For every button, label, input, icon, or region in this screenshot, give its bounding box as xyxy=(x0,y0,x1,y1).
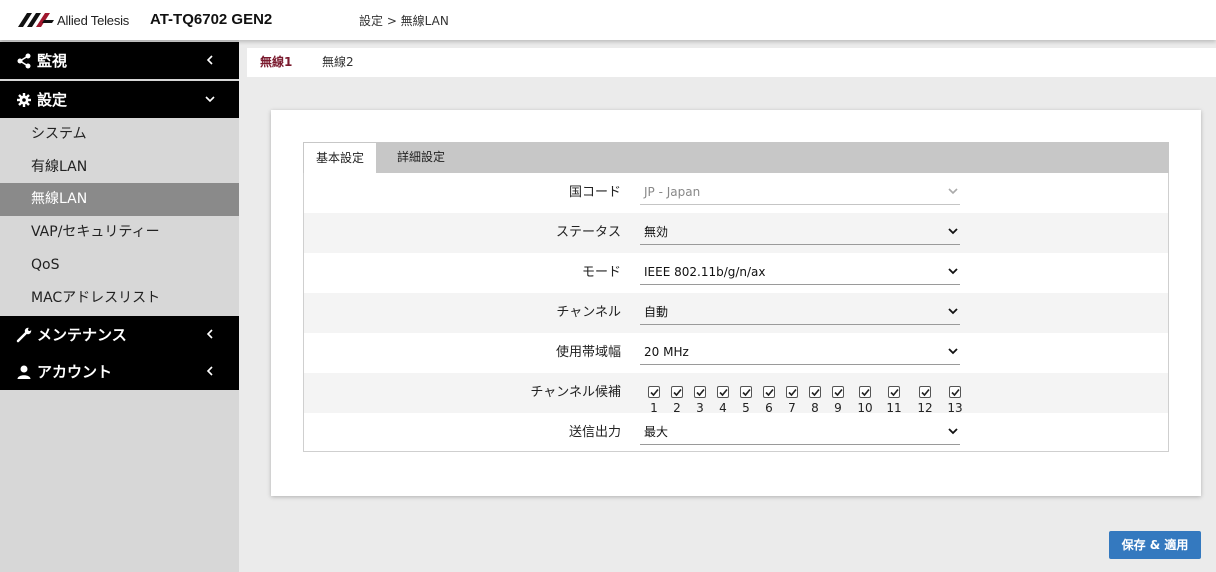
chevron-left-icon xyxy=(206,366,213,376)
sidebar-item-wired-lan[interactable]: 有線LAN xyxy=(0,151,239,184)
sidebar-group-label: メンテナンス xyxy=(37,326,127,344)
tab-radio2[interactable]: 無線2 xyxy=(309,48,367,77)
sidebar-group-account[interactable]: アカウント xyxy=(0,353,239,390)
channel-checkbox[interactable]: 3 xyxy=(690,386,710,416)
check-icon xyxy=(786,386,798,398)
device-name: AT-TQ6702 GEN2 xyxy=(150,11,273,28)
channel-row: チャンネル 自動 xyxy=(304,293,1168,333)
tx-power-label: 送信出力 xyxy=(568,425,621,440)
status-select[interactable]: 無効 xyxy=(640,221,960,245)
bandwidth-select[interactable]: 20 MHz xyxy=(640,341,960,365)
channel-candidates: 1 2 3 4 5 6 7 8 9 10 11 12 13 xyxy=(644,386,964,416)
sidebar-item-system[interactable]: システム xyxy=(0,118,239,151)
channel-checkbox[interactable]: 2 xyxy=(667,386,687,416)
tx-power-select[interactable]: 最大 xyxy=(640,421,960,445)
mode-select[interactable]: IEEE 802.11b/g/n/ax xyxy=(640,261,960,285)
channel-checkbox[interactable]: 7 xyxy=(782,386,802,416)
channel-checkbox[interactable]: 10 xyxy=(855,386,875,416)
chevron-left-icon xyxy=(206,55,213,65)
chevron-down-icon xyxy=(948,308,958,315)
check-icon xyxy=(717,386,729,398)
tab-basic-settings[interactable]: 基本設定 xyxy=(303,142,378,173)
user-icon xyxy=(17,365,31,379)
chevron-down-icon xyxy=(948,188,958,195)
channel-checkbox[interactable]: 4 xyxy=(713,386,733,416)
sidebar: 監視 設定 システム 有線LAN 無線LAN VAP/セキュリティー QoS M… xyxy=(0,40,239,572)
settings-tabs: 基本設定 詳細設定 xyxy=(303,142,1169,173)
country-label: 国コード xyxy=(568,185,621,200)
brand-logo: Allied Telesis xyxy=(18,11,129,29)
wrench-icon xyxy=(16,327,32,343)
sidebar-group-monitor[interactable]: 監視 xyxy=(0,42,239,79)
check-icon xyxy=(694,386,706,398)
channel-label: チャンネル xyxy=(556,305,621,320)
tab-advanced-settings[interactable]: 詳細設定 xyxy=(385,142,457,173)
channel-candidates-label: チャンネル候補 xyxy=(530,385,621,400)
status-row: ステータス 無効 xyxy=(304,213,1168,253)
check-icon xyxy=(648,386,660,398)
channel-select[interactable]: 自動 xyxy=(640,301,960,325)
country-value: JP - Japan xyxy=(644,185,701,199)
sidebar-item-mac-address-list[interactable]: MACアドレスリスト xyxy=(0,282,239,315)
channel-checkbox[interactable]: 12 xyxy=(915,386,935,416)
tab-radio1[interactable]: 無線1 xyxy=(247,48,306,77)
channel-candidates-row: チャンネル候補 1 2 3 4 5 6 7 8 9 10 11 12 13 xyxy=(304,373,1168,416)
sidebar-item-vap-security[interactable]: VAP/セキュリティー xyxy=(0,216,239,249)
check-icon xyxy=(888,386,900,398)
channel-checkbox[interactable]: 5 xyxy=(736,386,756,416)
check-icon xyxy=(809,386,821,398)
check-icon xyxy=(832,386,844,398)
chevron-down-icon xyxy=(948,348,958,355)
chevron-down-icon xyxy=(948,268,958,275)
top-header: Allied Telesis AT-TQ6702 GEN2 設定 > 無線LAN xyxy=(0,0,1216,40)
channel-checkbox[interactable]: 13 xyxy=(945,386,965,416)
check-icon xyxy=(949,386,961,398)
status-value: 無効 xyxy=(644,225,669,239)
channel-checkbox[interactable]: 6 xyxy=(759,386,779,416)
sidebar-group-label: 設定 xyxy=(37,91,68,109)
mode-label: モード xyxy=(581,265,621,280)
tx-power-value: 最大 xyxy=(644,425,669,439)
check-icon xyxy=(671,386,683,398)
channel-checkbox[interactable]: 8 xyxy=(805,386,825,416)
chevron-left-icon xyxy=(206,329,213,339)
mode-row: モード IEEE 802.11b/g/n/ax xyxy=(304,253,1168,293)
status-label: ステータス xyxy=(555,225,621,240)
bandwidth-label: 使用帯域幅 xyxy=(555,345,621,360)
chevron-down-icon xyxy=(205,96,215,103)
settings-card: 基本設定 詳細設定 国コード JP - Japan ステータス 無効 モード I… xyxy=(271,110,1201,496)
bandwidth-value: 20 MHz xyxy=(644,345,689,359)
check-icon xyxy=(763,386,775,398)
check-icon xyxy=(740,386,752,398)
country-select: JP - Japan xyxy=(640,181,960,205)
check-icon xyxy=(859,386,871,398)
channel-checkbox[interactable]: 9 xyxy=(828,386,848,416)
gear-icon xyxy=(17,93,31,107)
brand-name: Allied Telesis xyxy=(57,12,130,28)
sidebar-group-label: アカウント xyxy=(37,363,113,381)
sidebar-group-label: 監視 xyxy=(37,52,68,70)
share-icon xyxy=(17,53,31,69)
radio-tabs: 無線1 無線2 xyxy=(247,48,1216,77)
mode-value: IEEE 802.11b/g/n/ax xyxy=(644,265,766,279)
channel-checkbox[interactable]: 1 xyxy=(644,386,664,416)
channel-checkbox[interactable]: 11 xyxy=(884,386,904,416)
basic-settings-form: 国コード JP - Japan ステータス 無効 モード IEEE 802.11… xyxy=(303,173,1169,452)
bandwidth-row: 使用帯域幅 20 MHz xyxy=(304,333,1168,373)
sidebar-item-wireless-lan[interactable]: 無線LAN xyxy=(0,183,239,216)
check-icon xyxy=(919,386,931,398)
tx-power-row: 送信出力 最大 xyxy=(304,413,1168,453)
save-apply-button[interactable]: 保存 & 適用 xyxy=(1109,531,1201,559)
channel-value: 自動 xyxy=(644,305,669,319)
sidebar-group-settings[interactable]: 設定 xyxy=(0,81,239,118)
chevron-down-icon xyxy=(948,228,958,235)
chevron-down-icon xyxy=(948,428,958,435)
sidebar-group-maintenance[interactable]: メンテナンス xyxy=(0,316,239,353)
country-row: 国コード JP - Japan xyxy=(304,173,1168,213)
breadcrumb: 設定 > 無線LAN xyxy=(359,14,449,28)
allied-telesis-logo-icon xyxy=(18,13,54,27)
sidebar-item-qos[interactable]: QoS xyxy=(0,249,239,282)
